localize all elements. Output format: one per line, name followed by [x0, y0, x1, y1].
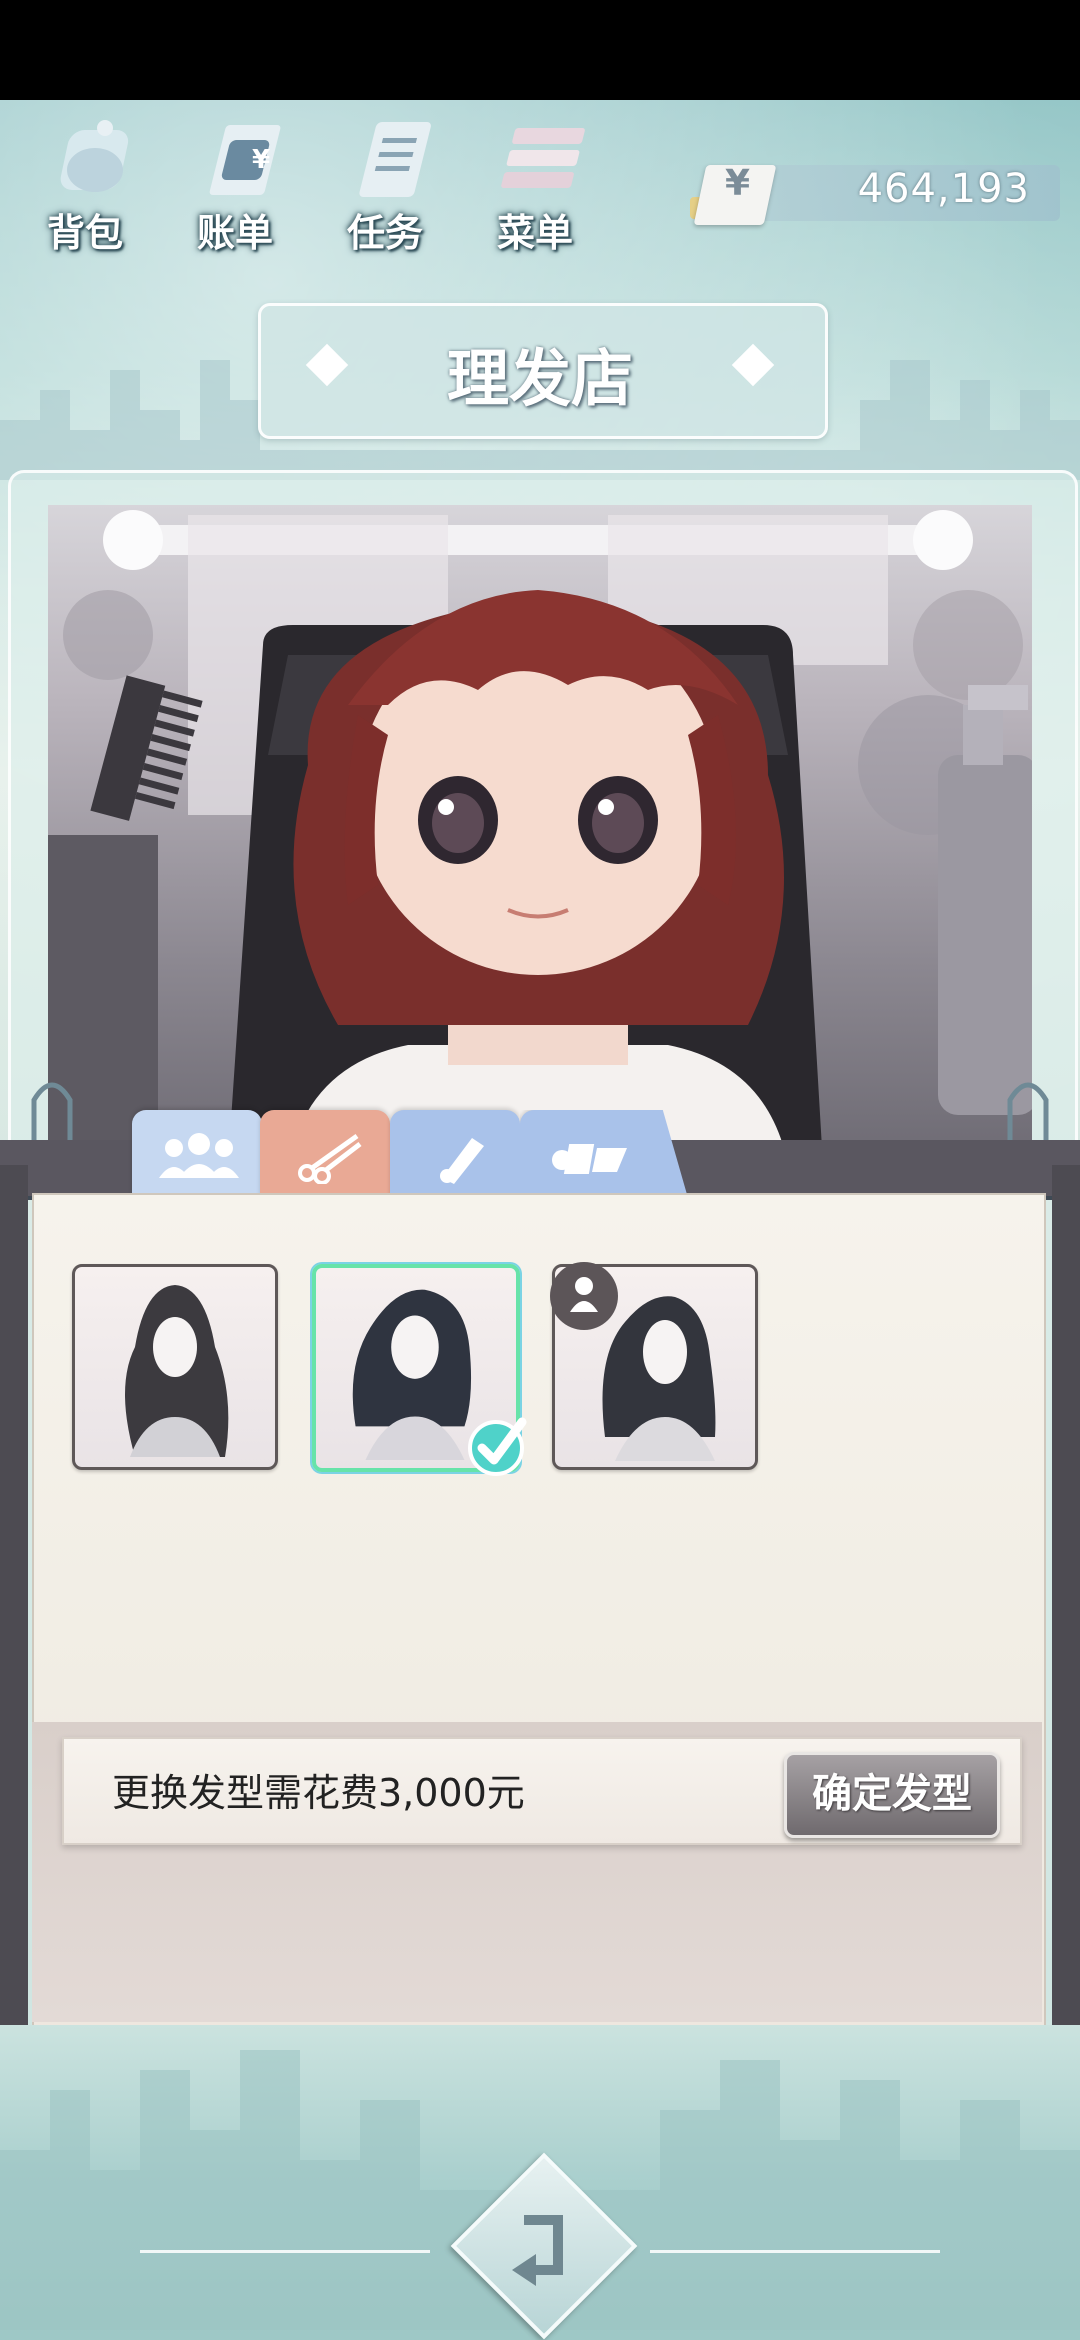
nav-bag-label: 背包: [46, 211, 123, 255]
bag-icon: [60, 120, 129, 192]
status-bar: [0, 0, 1080, 100]
page-title: 理发店: [446, 342, 633, 415]
confirm-hairstyle-button[interactable]: 确定发型: [784, 1752, 1000, 1838]
panel-rail-left: [0, 1165, 28, 2025]
people-icon: [159, 1133, 239, 1178]
selected-check-icon: [468, 1417, 527, 1476]
back-arrow-icon: [512, 2215, 563, 2286]
nav-bill[interactable]: ¥ 账单: [180, 110, 310, 255]
currency-value: 464,193: [857, 166, 1030, 212]
nav-menu-label: 菜单: [496, 211, 573, 255]
nav-task[interactable]: 任务: [330, 110, 460, 255]
nav-bill-label: 账单: [196, 211, 273, 255]
person-badge: [550, 1262, 618, 1330]
barbershop-scene: [48, 510, 1032, 1165]
divider-right: [650, 2250, 940, 2253]
panel-rail-right: [1052, 1165, 1080, 2025]
cost-text: 更换发型需花费3,000元: [112, 1771, 525, 1815]
hairstyle-card-1[interactable]: [72, 1264, 278, 1470]
accessories-icon: [552, 1144, 627, 1174]
svg-text:¥: ¥: [252, 145, 270, 175]
bill-icon: ¥: [209, 125, 281, 195]
tab-hair-dye[interactable]: [390, 1110, 520, 1198]
nav-bag[interactable]: 背包: [30, 110, 160, 255]
comb-icon: [90, 675, 203, 821]
task-icon: [359, 122, 431, 197]
nav-menu[interactable]: 菜单: [480, 110, 610, 255]
tab-characters[interactable]: [132, 1110, 262, 1198]
yen-symbol: ¥: [725, 163, 751, 204]
dye-icon: [440, 1138, 484, 1184]
tab-accessories[interactable]: [520, 1110, 688, 1198]
person-icon: [570, 1277, 598, 1312]
tab-haircut[interactable]: [260, 1110, 390, 1198]
menu-icon: [501, 128, 585, 188]
long-wavy-hair-icon: [125, 1285, 229, 1457]
divider-left: [140, 2250, 430, 2253]
scissors-icon: [298, 1133, 362, 1184]
nav-task-label: 任务: [346, 211, 423, 255]
character-preview: [48, 505, 1032, 1165]
